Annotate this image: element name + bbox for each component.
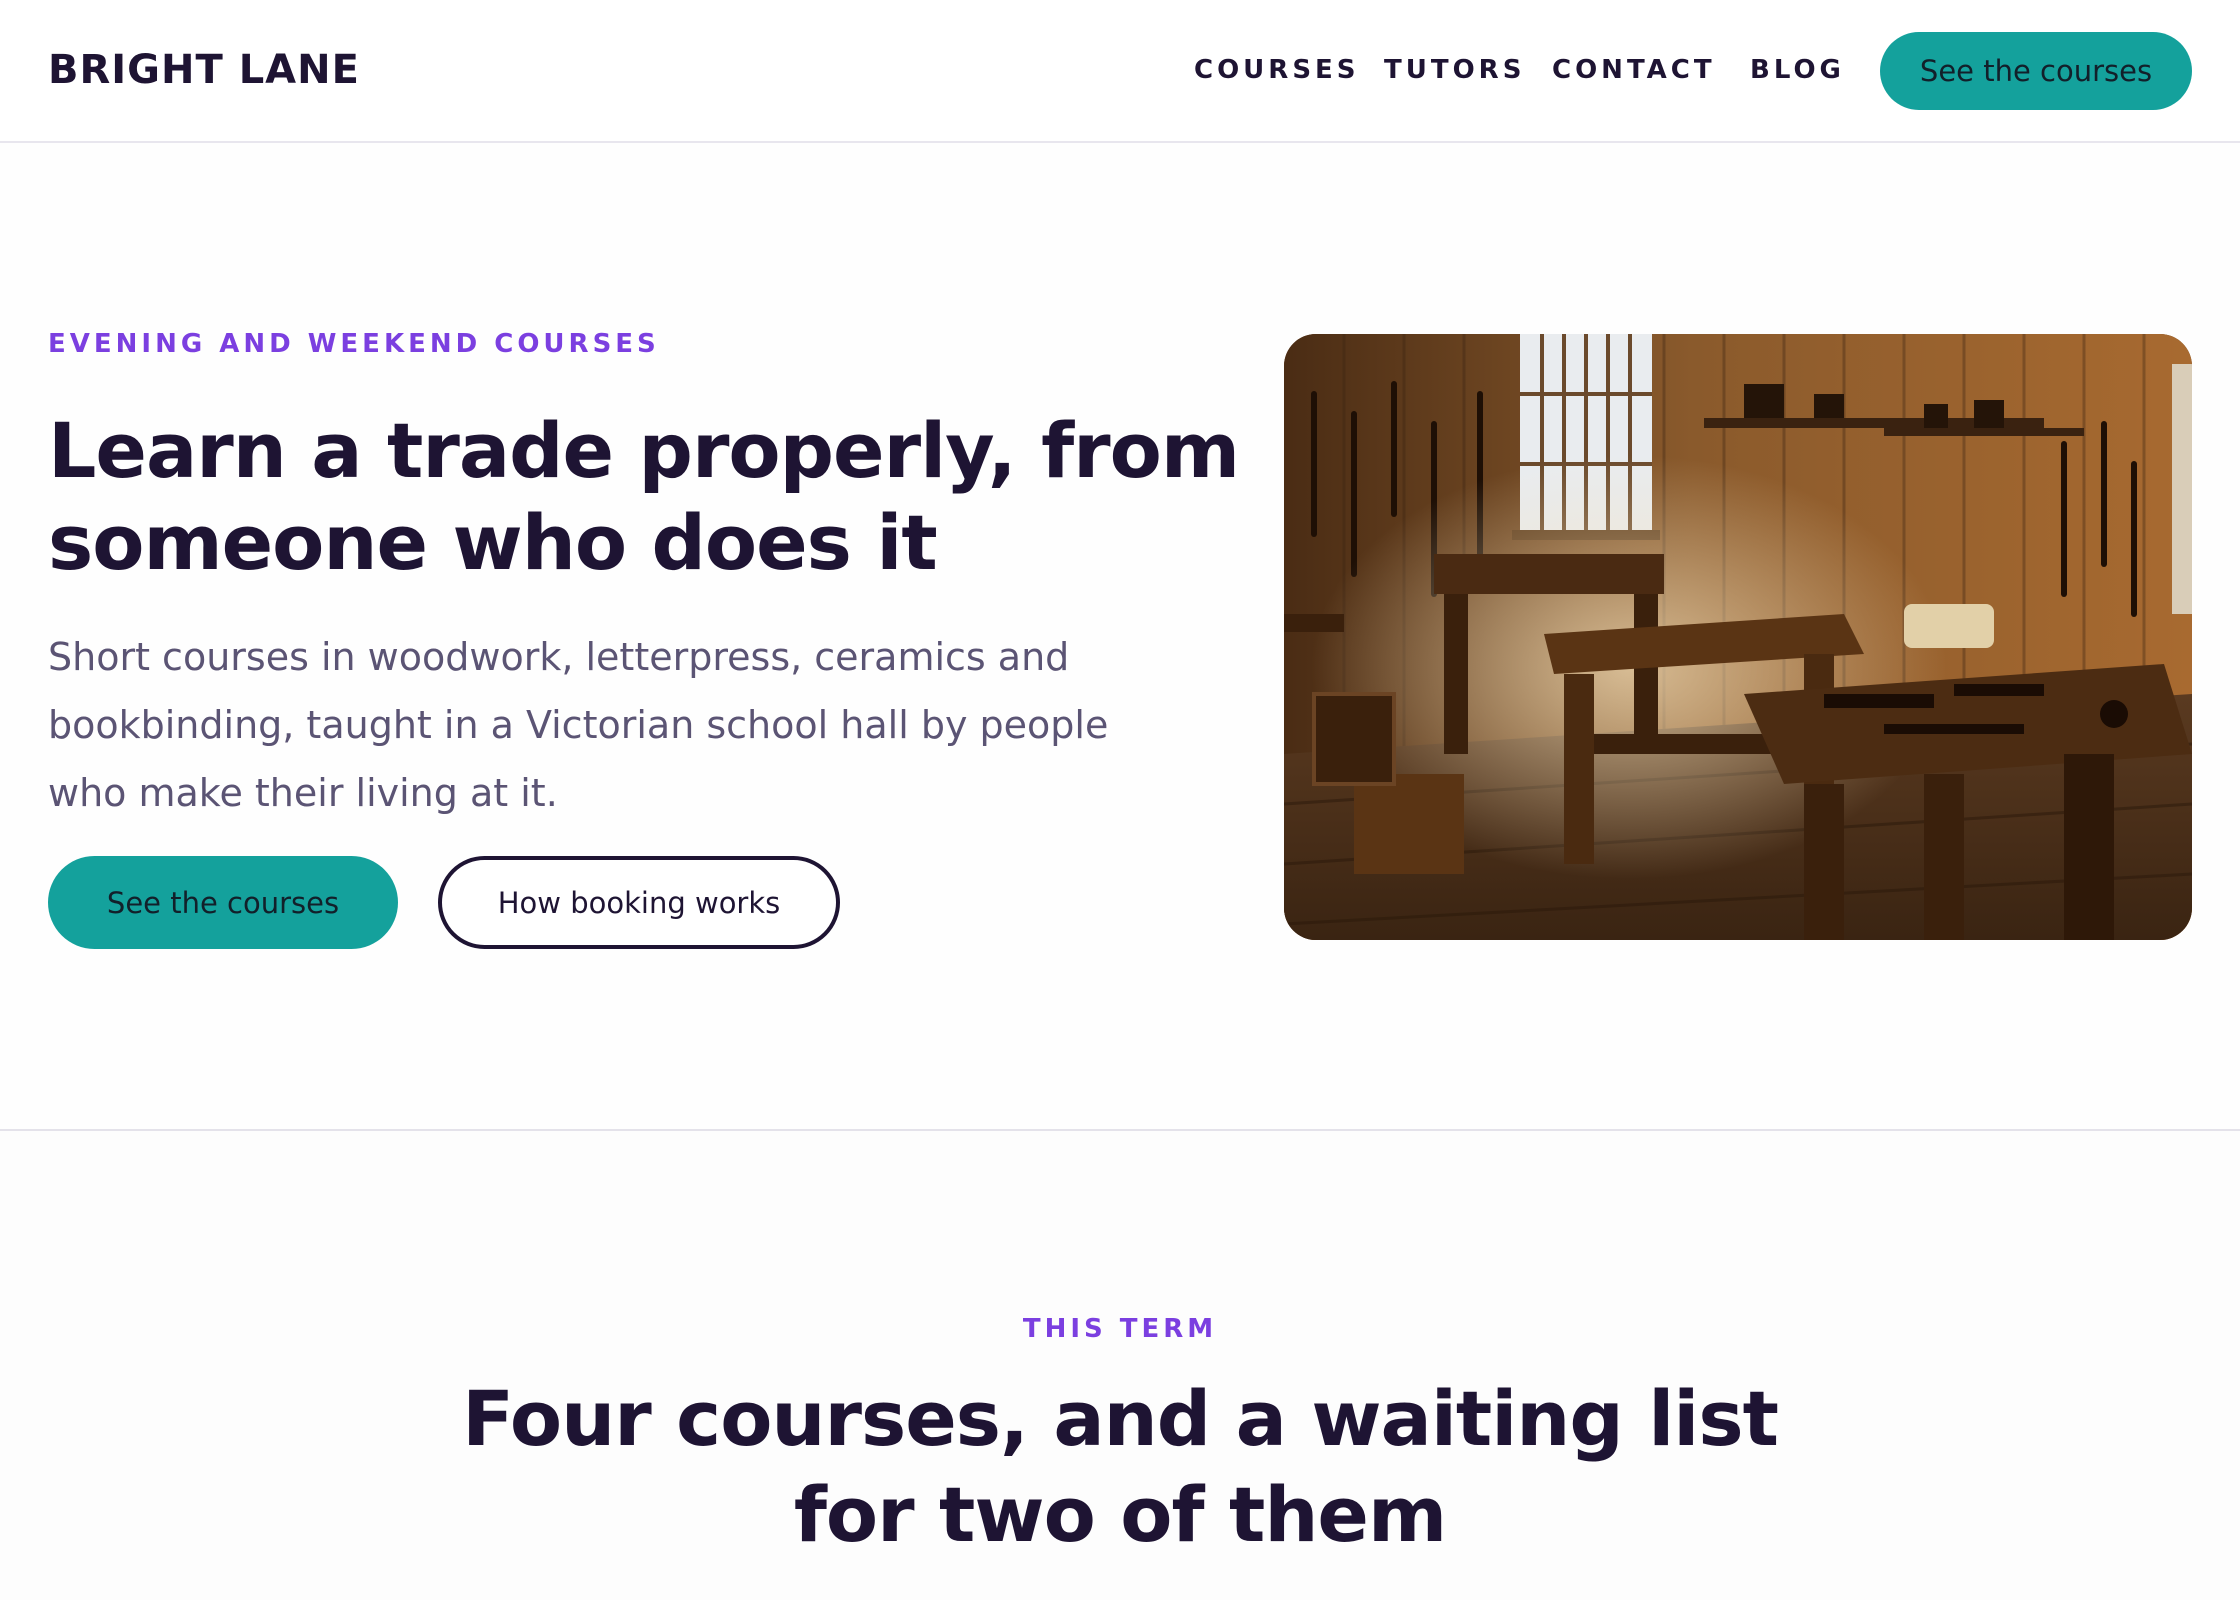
courses-eyebrow: THIS TERM [1022, 1314, 1218, 1344]
nav-link-courses[interactable]: COURSES [1194, 44, 1360, 96]
hero-eyebrow: EVENING AND WEEKEND COURSES [48, 329, 660, 359]
nav-link-tutors[interactable]: TUTORS [1384, 44, 1525, 96]
hero-see-courses-button[interactable]: See the courses [48, 856, 398, 949]
hero-title: Learn a trade properly, from someone who… [48, 406, 1240, 587]
brand-logo[interactable]: BRIGHT LANE [48, 44, 360, 96]
courses-title: Four courses, and a waiting list for two… [462, 1374, 1779, 1559]
hero-subtitle: Short courses in woodwork, letterpress, … [48, 635, 1109, 815]
site-header: BRIGHT LANE COURSES TUTORS CONTACT BLOG … [0, 0, 2240, 143]
how-booking-works-button[interactable]: How booking works [438, 856, 840, 949]
nav-link-contact[interactable]: CONTACT [1552, 44, 1716, 96]
hero-section: EVENING AND WEEKEND COURSES Learn a trad… [0, 143, 2240, 1131]
workshop-photo [1284, 334, 2192, 940]
nav-link-blog[interactable]: BLOG [1750, 44, 1845, 96]
header-see-courses-button[interactable]: See the courses [1880, 32, 2192, 110]
courses-section: THIS TERM Four courses, and a waiting li… [0, 1131, 2240, 1600]
